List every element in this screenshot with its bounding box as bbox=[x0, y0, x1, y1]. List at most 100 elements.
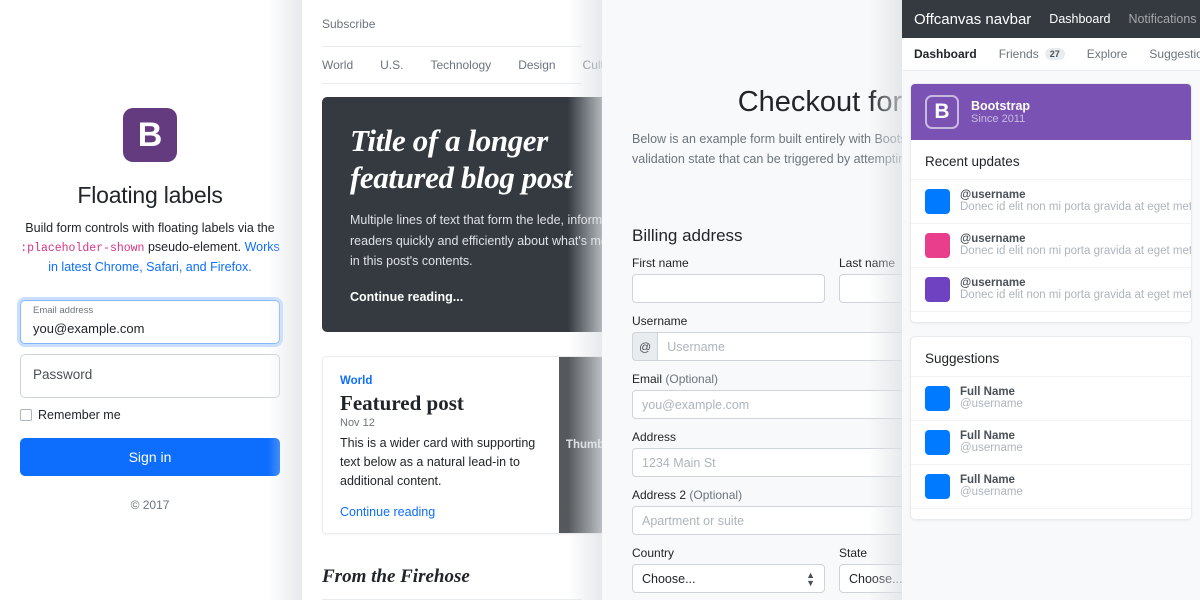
state-select-wrapper[interactable]: ▲▼ bbox=[839, 564, 902, 593]
list-item[interactable]: Full Name @username bbox=[911, 464, 1191, 508]
jumbotron-lede: Multiple lines of text that form the led… bbox=[350, 210, 602, 272]
remember-me-checkbox[interactable] bbox=[20, 408, 32, 421]
address2-input[interactable] bbox=[632, 506, 902, 535]
tab-friends-label: Friends bbox=[998, 47, 1039, 61]
username-field: Username @ bbox=[632, 314, 902, 361]
list-item[interactable]: @username Donec id elit non mi porta gra… bbox=[911, 223, 1191, 267]
email-input[interactable] bbox=[632, 390, 902, 419]
list-item[interactable]: @username Donec id elit non mi porta gra… bbox=[911, 267, 1191, 311]
tab-explore[interactable]: Explore bbox=[1087, 47, 1128, 61]
tab-dashboard[interactable]: Dashboard bbox=[914, 47, 977, 61]
nav-item-us[interactable]: U.S. bbox=[380, 58, 403, 72]
featured-post-text: This is a wider card with supporting tex… bbox=[340, 436, 536, 488]
blog-container: Subscribe World U.S. Technology Design C… bbox=[302, 0, 602, 600]
avatar bbox=[925, 386, 950, 411]
bootstrap-hero: B Bootstrap Since 2011 bbox=[911, 84, 1191, 140]
list-item[interactable]: @username Donec id elit non mi porta gra… bbox=[911, 179, 1191, 223]
jumbotron-continue-reading-link[interactable]: Continue reading... bbox=[350, 290, 463, 304]
update-username: @username bbox=[960, 189, 1026, 201]
last-name-input[interactable] bbox=[839, 274, 902, 303]
nav-item-world[interactable]: World bbox=[322, 58, 353, 72]
suggestion-handle: @username bbox=[960, 442, 1023, 454]
placeholder-shown-code: :placeholder-shown bbox=[20, 242, 145, 256]
at-symbol-icon: @ bbox=[632, 332, 658, 361]
last-name-field: Last name bbox=[839, 256, 902, 303]
featured-post-continue-link[interactable]: Continue reading bbox=[340, 505, 435, 519]
password-form-group[interactable]: Password bbox=[20, 353, 280, 398]
firehose-heading: From the Firehose bbox=[322, 566, 470, 588]
country-select[interactable] bbox=[632, 564, 825, 593]
username-input-group: @ bbox=[632, 332, 902, 361]
address-input[interactable] bbox=[632, 448, 902, 477]
signin-description-part1: Build form controls with floating labels… bbox=[25, 221, 275, 235]
remember-me-label: Remember me bbox=[38, 407, 121, 422]
bootstrap-hero-subtitle: Since 2011 bbox=[971, 113, 1026, 125]
update-content: @username Donec id elit non mi porta gra… bbox=[960, 189, 1191, 214]
country-state-row: Country ▲▼ State ▲▼ bbox=[632, 546, 902, 600]
first-name-field: First name bbox=[632, 256, 825, 303]
first-name-input[interactable] bbox=[632, 274, 825, 303]
tab-friends[interactable]: Friends 27 bbox=[999, 47, 1065, 61]
navbar-item-notifications[interactable]: Notifications bbox=[1128, 12, 1196, 26]
featured-post-card[interactable]: World Featured post Nov 12 This is a wid… bbox=[322, 356, 602, 535]
update-username: @username bbox=[960, 277, 1026, 289]
checkout-lede-line1: Below is an example form built entirely … bbox=[632, 132, 902, 146]
nav-item-culture[interactable]: Culture bbox=[583, 58, 602, 72]
checkout-title: Checkout form bbox=[737, 86, 902, 118]
checkout-lede: Below is an example form built entirely … bbox=[632, 129, 902, 169]
email-form-group[interactable]: Email address bbox=[20, 299, 280, 344]
list-end-divider bbox=[911, 508, 1191, 519]
featured-jumbotron: Title of a longer featured blog post Mul… bbox=[322, 97, 602, 333]
list-end-divider bbox=[911, 311, 1191, 322]
remember-me-row[interactable]: Remember me bbox=[20, 408, 280, 422]
sign-in-button[interactable]: Sign in bbox=[20, 437, 280, 476]
blog-category-nav: World U.S. Technology Design Culture bbox=[322, 46, 602, 84]
subscribe-link[interactable]: Subscribe bbox=[322, 0, 582, 46]
country-label: Country bbox=[632, 546, 675, 560]
navbar-brand[interactable]: Offcanvas navbar bbox=[914, 11, 1031, 28]
signin-description-part2: pseudo-element. bbox=[147, 240, 242, 255]
bootstrap-logo-letter: B bbox=[137, 116, 163, 154]
avatar bbox=[925, 233, 950, 258]
tab-suggestions[interactable]: Suggestions bbox=[1149, 47, 1200, 61]
nav-item-design[interactable]: Design bbox=[518, 58, 555, 72]
country-field: Country ▲▼ bbox=[632, 546, 825, 593]
offcanvas-tab-bar: Dashboard Friends 27 Explore Suggestions… bbox=[902, 38, 1200, 71]
offcanvas-navbar: Offcanvas navbar Dashboard Notifications… bbox=[902, 0, 1200, 38]
copyright-text: © 2017 bbox=[130, 497, 170, 512]
username-label: Username bbox=[632, 314, 688, 328]
bootstrap-logo-icon: B bbox=[123, 108, 177, 162]
address-label: Address bbox=[632, 430, 677, 444]
nav-item-technology[interactable]: Technology bbox=[430, 58, 491, 72]
jumbotron-title: Title of a longer featured blog post bbox=[350, 123, 602, 196]
update-content: @username Donec id elit non mi porta gra… bbox=[960, 233, 1192, 258]
address2-field: Address 2 (Optional) bbox=[632, 488, 902, 535]
page-title: Floating labels bbox=[77, 182, 223, 208]
list-item[interactable]: Full Name @username bbox=[911, 420, 1191, 464]
email-label-text: Email bbox=[632, 372, 663, 386]
panel-checkout-form: Checkout form Below is an example form b… bbox=[602, 0, 902, 600]
jumbotron-title-line2: featured blog post bbox=[350, 159, 572, 195]
suggestion-name: Full Name bbox=[960, 474, 1015, 486]
username-input[interactable] bbox=[657, 332, 902, 361]
navbar-item-dashboard[interactable]: Dashboard bbox=[1049, 12, 1110, 26]
tab-friends-badge: 27 bbox=[1044, 48, 1065, 60]
featured-post-date: Nov 12 bbox=[340, 417, 375, 430]
featured-post-title: Featured post bbox=[340, 391, 464, 416]
jumbotron-lede-line2: readers quickly and efficiently about wh… bbox=[350, 233, 602, 248]
jumbotron-lede-line1: Multiple lines of text that form the led… bbox=[350, 213, 602, 228]
country-select-wrapper[interactable]: ▲▼ bbox=[632, 564, 825, 593]
state-label: State bbox=[839, 546, 868, 560]
update-text: Donec id elit non mi porta gravida at eg… bbox=[960, 245, 1192, 257]
state-select[interactable] bbox=[839, 564, 902, 593]
suggestion-handle: @username bbox=[960, 486, 1023, 498]
password-input[interactable] bbox=[20, 353, 280, 398]
email-input[interactable] bbox=[20, 299, 280, 344]
checkout-header: Checkout form Below is an example form b… bbox=[632, 0, 902, 169]
featured-post-card-body: World Featured post Nov 12 This is a wid… bbox=[323, 357, 559, 533]
update-content: @username Donec id elit non mi porta gra… bbox=[960, 277, 1191, 302]
list-item[interactable]: Full Name @username bbox=[911, 376, 1191, 420]
tab-dashboard-label: Dashboard bbox=[914, 47, 977, 61]
avatar bbox=[925, 277, 950, 302]
state-field: State ▲▼ bbox=[839, 546, 902, 593]
